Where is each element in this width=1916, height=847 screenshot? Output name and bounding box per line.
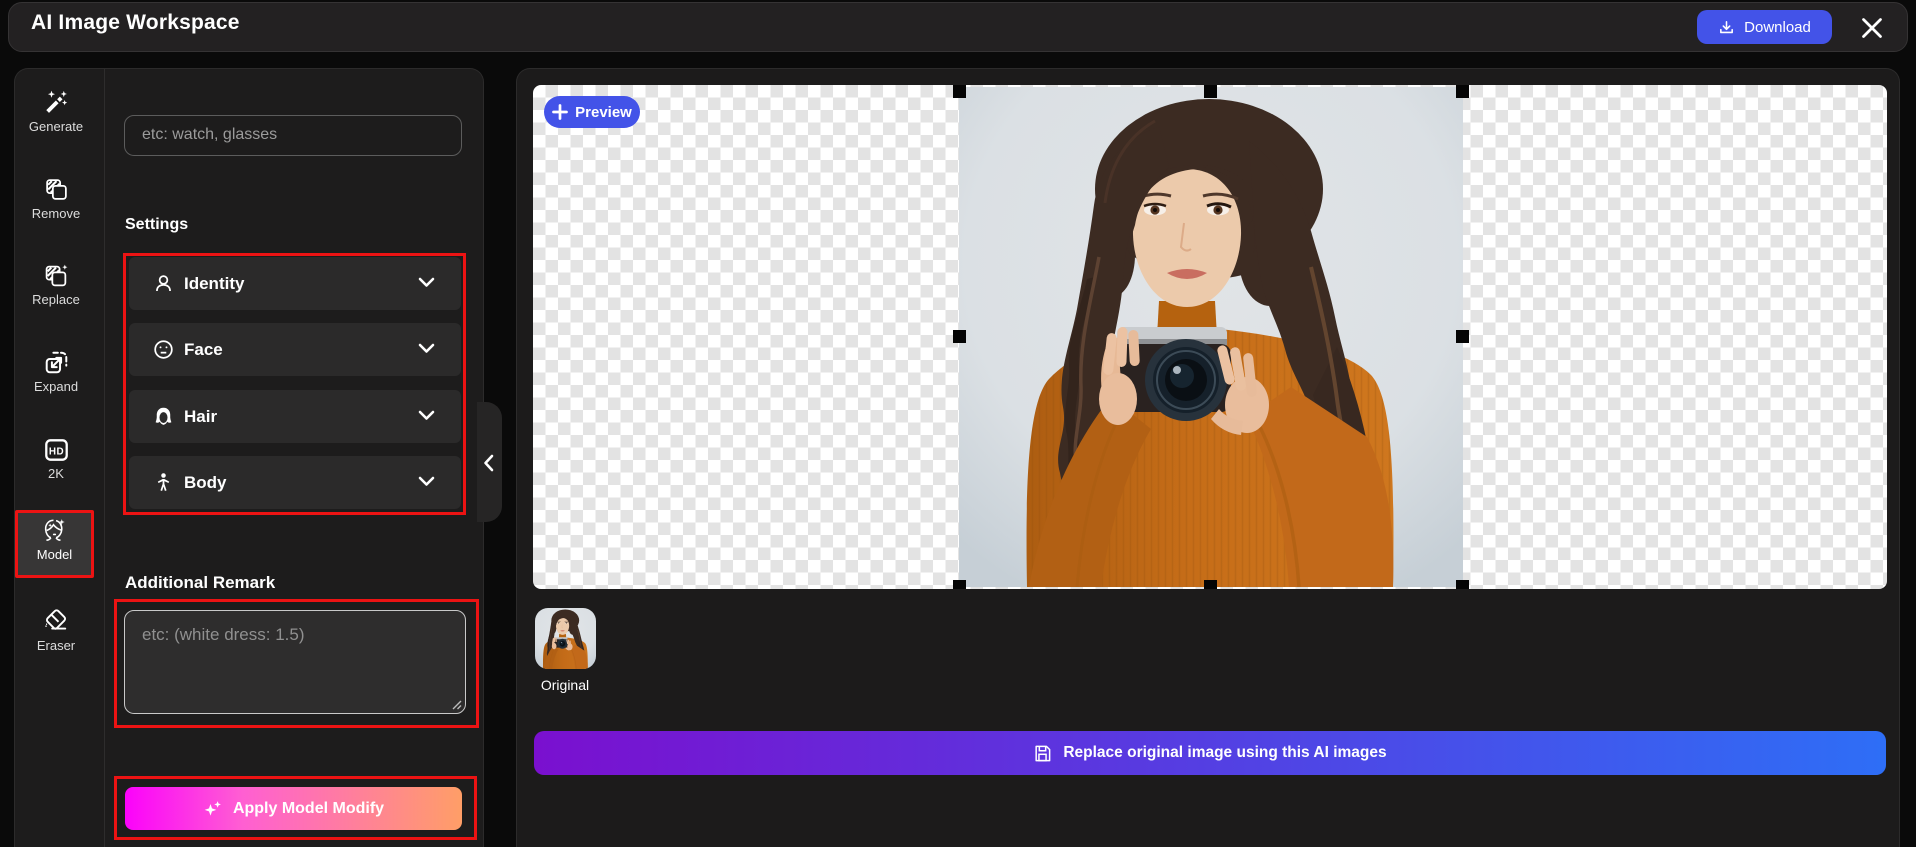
svg-text:HD: HD [48, 446, 63, 457]
